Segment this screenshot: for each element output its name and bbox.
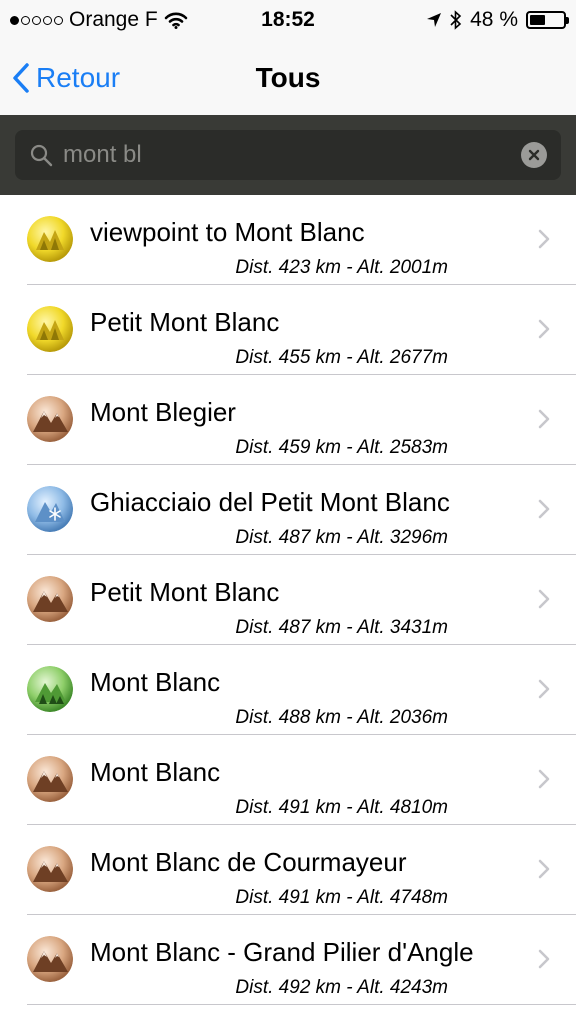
bluetooth-icon — [450, 10, 462, 30]
chevron-right-icon — [538, 229, 550, 254]
mountain-peak-icon — [27, 576, 73, 622]
result-name: Mont Blanc — [90, 667, 221, 697]
mountain-peak-icon — [27, 846, 73, 892]
result-row[interactable]: Petit Mont Blanc Dist. 487 km - Alt. 3431… — [0, 555, 576, 645]
result-name: Mont Blanc de Courmayeur — [90, 847, 407, 877]
chevron-right-icon — [538, 319, 550, 344]
mountain-peak-icon — [27, 756, 73, 802]
result-name: viewpoint to Mont Blanc — [90, 217, 365, 247]
result-name: Petit Mont Blanc — [90, 577, 280, 607]
search-input[interactable] — [63, 141, 521, 169]
result-row[interactable]: Mont Blegier Dist. 459 km - Alt. 2583m — [0, 375, 576, 465]
result-distance-altitude: Dist. 491 km - Alt. 4748m — [235, 887, 448, 908]
result-distance-altitude: Dist. 487 km - Alt. 3431m — [235, 617, 448, 638]
location-arrow-icon — [426, 12, 442, 28]
chevron-right-icon — [538, 679, 550, 704]
battery-percentage: 48 % — [470, 8, 518, 31]
result-row[interactable]: Petit Mont Blanc Dist. 455 km - Alt. 2677… — [0, 285, 576, 375]
result-row[interactable]: Mont Blanc de Courmayeur Dist. 491 km - A… — [0, 825, 576, 915]
search-icon — [29, 143, 53, 167]
result-name: Petit Mont Blanc — [90, 307, 280, 337]
navigation-bar: Retour Tous — [0, 40, 576, 115]
search-field[interactable] — [15, 130, 561, 180]
battery-level — [530, 15, 546, 25]
result-name: Mont Blanc — [90, 757, 221, 787]
result-name: Ghiacciaio del Petit Mont Blanc — [90, 487, 450, 517]
chevron-right-icon — [538, 589, 550, 614]
mountain-peak-icon — [27, 936, 73, 982]
viewpoint-yellow-icon — [27, 216, 73, 262]
result-distance-altitude: Dist. 491 km - Alt. 4810m — [235, 797, 448, 818]
chevron-right-icon — [538, 409, 550, 434]
mountain-peak-icon — [27, 396, 73, 442]
battery-icon — [526, 11, 569, 29]
result-distance-altitude: Dist. 455 km - Alt. 2677m — [235, 347, 448, 368]
page-title: Tous — [255, 62, 321, 93]
chevron-right-icon — [538, 769, 550, 794]
result-distance-altitude: Dist. 492 km - Alt. 4243m — [235, 977, 448, 998]
result-row[interactable]: Mont Blanc Dist. 488 km - Alt. 2036m — [0, 645, 576, 735]
viewpoint-yellow-icon — [27, 306, 73, 352]
result-distance-altitude: Dist. 487 km - Alt. 3296m — [235, 527, 448, 548]
result-distance-altitude: Dist. 488 km - Alt. 2036m — [235, 707, 448, 728]
result-distance-altitude: Dist. 423 km - Alt. 2001m — [235, 257, 448, 278]
clear-search-icon[interactable] — [521, 142, 547, 168]
forest-hill-icon — [27, 666, 73, 712]
chevron-right-icon — [538, 859, 550, 884]
chevron-right-icon — [538, 499, 550, 524]
glacier-icon — [27, 486, 73, 532]
status-right: 48 % — [426, 0, 569, 40]
results-list: viewpoint to Mont Blanc Dist. 423 km - Al… — [0, 195, 576, 1005]
search-bar — [0, 115, 576, 195]
result-row[interactable]: Mont Blanc - Grand Pilier d'Angle Dist. 4… — [0, 915, 576, 1005]
result-row[interactable]: Mont Blanc Dist. 491 km - Alt. 4810m — [0, 735, 576, 825]
result-distance-altitude: Dist. 459 km - Alt. 2583m — [235, 437, 448, 458]
result-name: Mont Blanc - Grand Pilier d'Angle — [90, 937, 474, 967]
result-row[interactable]: Ghiacciaio del Petit Mont Blanc Dist. 487… — [0, 465, 576, 555]
status-bar: Orange F 18:52 48 % — [0, 0, 576, 40]
result-name: Mont Blegier — [90, 397, 236, 427]
chevron-right-icon — [538, 949, 550, 974]
result-row[interactable]: viewpoint to Mont Blanc Dist. 423 km - Al… — [0, 195, 576, 285]
